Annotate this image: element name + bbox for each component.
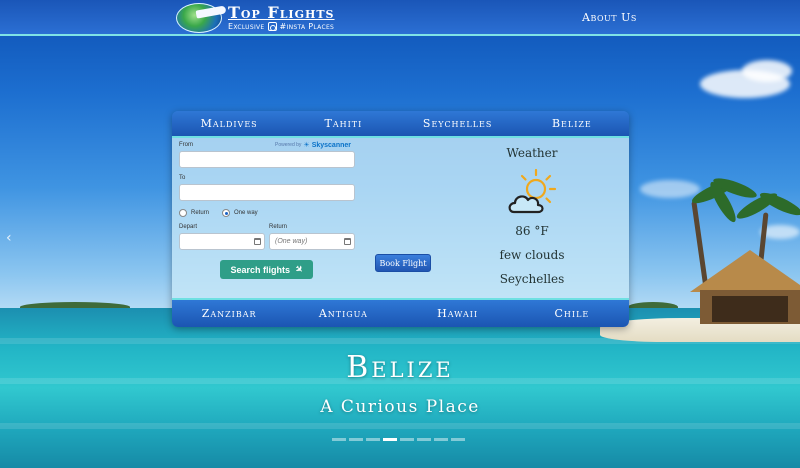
carousel-indicator[interactable]: [417, 438, 431, 441]
one-way-radio[interactable]: [222, 209, 230, 217]
destination-tab[interactable]: Maldives: [172, 117, 286, 130]
skyscanner-name: Skyscanner: [311, 141, 351, 149]
hut-roof: [690, 250, 800, 292]
carousel-indicator[interactable]: [349, 438, 363, 441]
to-label: To: [179, 175, 186, 181]
return-date-field[interactable]: (One way): [269, 233, 355, 250]
skyscanner-badge: Powered by ☀ Skyscanner: [275, 141, 351, 150]
carousel-indicator[interactable]: [434, 438, 448, 441]
destination-tab[interactable]: Antigua: [286, 307, 400, 320]
weather-title: Weather: [506, 146, 558, 160]
tagline-right: #insta Places: [279, 22, 335, 31]
one-way-radio-label[interactable]: One way: [234, 210, 258, 216]
chevron-left-icon[interactable]: ‹: [6, 230, 12, 246]
destination-tab[interactable]: Zanzibar: [172, 307, 286, 320]
destination-nav-bottom: Zanzibar Antigua Hawaii Chile: [172, 298, 629, 327]
carousel-indicator[interactable]: [400, 438, 414, 441]
hero-subtitle: A Curious Place: [320, 397, 480, 417]
skyscanner-logo-icon: ☀: [303, 142, 310, 149]
carousel-indicator[interactable]: [451, 438, 465, 441]
to-field[interactable]: [179, 184, 355, 201]
hero-title: Belize: [346, 350, 454, 385]
from-label: From: [179, 142, 193, 148]
search-flights-button[interactable]: Search flights ✈: [220, 260, 313, 279]
destination-tab[interactable]: Chile: [515, 307, 629, 320]
brand-tagline: Exclusive #insta Places: [228, 22, 334, 31]
destination-tab[interactable]: Seychelles: [401, 117, 515, 130]
calendar-icon[interactable]: [254, 238, 261, 245]
calendar-icon[interactable]: [344, 238, 351, 245]
tagline-left: Exclusive: [228, 22, 265, 31]
carousel-indicator[interactable]: [366, 438, 380, 441]
destination-nav-top: Maldives Tahiti Seychelles Belize: [172, 111, 629, 138]
panel-body: From Powered by ☀ Skyscanner To Return O…: [172, 138, 629, 298]
brand-title[interactable]: Top Flights: [228, 3, 335, 22]
cloud: [742, 60, 792, 82]
airplane-icon: ✈: [292, 262, 306, 276]
top-navbar: Top Flights Exclusive #insta Places Abou…: [0, 0, 800, 36]
depart-label: Depart: [179, 224, 198, 230]
powered-by-text: Powered by: [275, 142, 302, 148]
destination-tab[interactable]: Tahiti: [286, 117, 400, 130]
booking-panel: Maldives Tahiti Seychelles Belize From P…: [172, 111, 629, 327]
carousel-indicators: [332, 438, 465, 441]
depart-date-field[interactable]: [179, 233, 265, 250]
return-radio[interactable]: [179, 209, 187, 217]
from-field[interactable]: [179, 151, 355, 168]
book-flight-button[interactable]: Book Flight: [375, 254, 431, 272]
return-radio-label[interactable]: Return: [191, 210, 209, 216]
weather-location: Seychelles: [499, 272, 565, 286]
instagram-icon: [267, 22, 277, 31]
hut-interior: [712, 296, 788, 322]
destination-tab[interactable]: Hawaii: [401, 307, 515, 320]
cloud: [640, 180, 700, 198]
destination-tab[interactable]: Belize: [515, 117, 629, 130]
return-label: Return: [269, 224, 288, 230]
carousel-indicator[interactable]: [383, 438, 397, 441]
partly-cloudy-icon: [508, 168, 557, 214]
about-us-link[interactable]: About Us: [582, 11, 637, 24]
weather-condition: few clouds: [499, 248, 565, 262]
weather-temperature: 86 °F: [515, 224, 549, 238]
carousel-indicator[interactable]: [332, 438, 346, 441]
flight-search-form: From Powered by ☀ Skyscanner To Return O…: [172, 138, 367, 298]
search-flights-label: Search flights: [230, 264, 290, 275]
